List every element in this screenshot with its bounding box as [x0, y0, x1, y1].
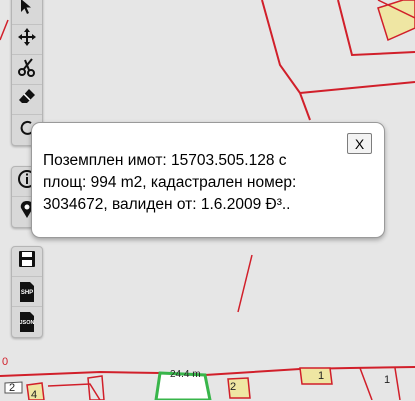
export-json-button[interactable]: JSON [12, 307, 42, 337]
export-toolbar: SHP JSON [11, 246, 43, 338]
parcel-info-line: 3034672, валиден от: 1.6.2009 Ð³.. [43, 196, 291, 213]
pointer-icon [18, 0, 36, 21]
close-button[interactable]: X [347, 133, 372, 154]
parcel-number: 1 [318, 370, 325, 382]
save-icon [17, 249, 37, 274]
json-file-label: JSON [19, 320, 35, 326]
parcel-number: 2 [9, 382, 16, 394]
parcel-number: 4 [31, 389, 38, 401]
parcel-info-line: площ: 994 m2, кадастрален номер: [43, 174, 297, 191]
scissors-icon [17, 57, 37, 82]
dimension-label: 24.4 m [170, 369, 201, 380]
move-icon [17, 27, 37, 52]
export-shp-button[interactable]: SHP [12, 277, 42, 307]
parcel-number: 2 [230, 381, 237, 393]
parcel-info-line: Поземплен имот: 15703.505.128 с [43, 152, 287, 169]
eraser-tool-button[interactable] [12, 85, 42, 115]
eraser-icon [17, 87, 37, 112]
move-tool-button[interactable] [12, 25, 42, 55]
json-file-icon: JSON [18, 311, 36, 333]
parcel-number: 0 [2, 356, 9, 368]
save-button[interactable] [12, 247, 42, 277]
parcel-info-text: Поземплен имот: 15703.505.128 с площ: 99… [43, 150, 343, 216]
cut-tool-button[interactable] [12, 55, 42, 85]
parcel-info-popup: X Поземплен имот: 15703.505.128 с площ: … [31, 122, 385, 238]
parcel-number: 1 [384, 374, 391, 386]
shp-file-icon: SHP [18, 281, 36, 303]
shp-file-label: SHP [20, 289, 34, 296]
pointer-tool-button[interactable] [12, 0, 42, 25]
